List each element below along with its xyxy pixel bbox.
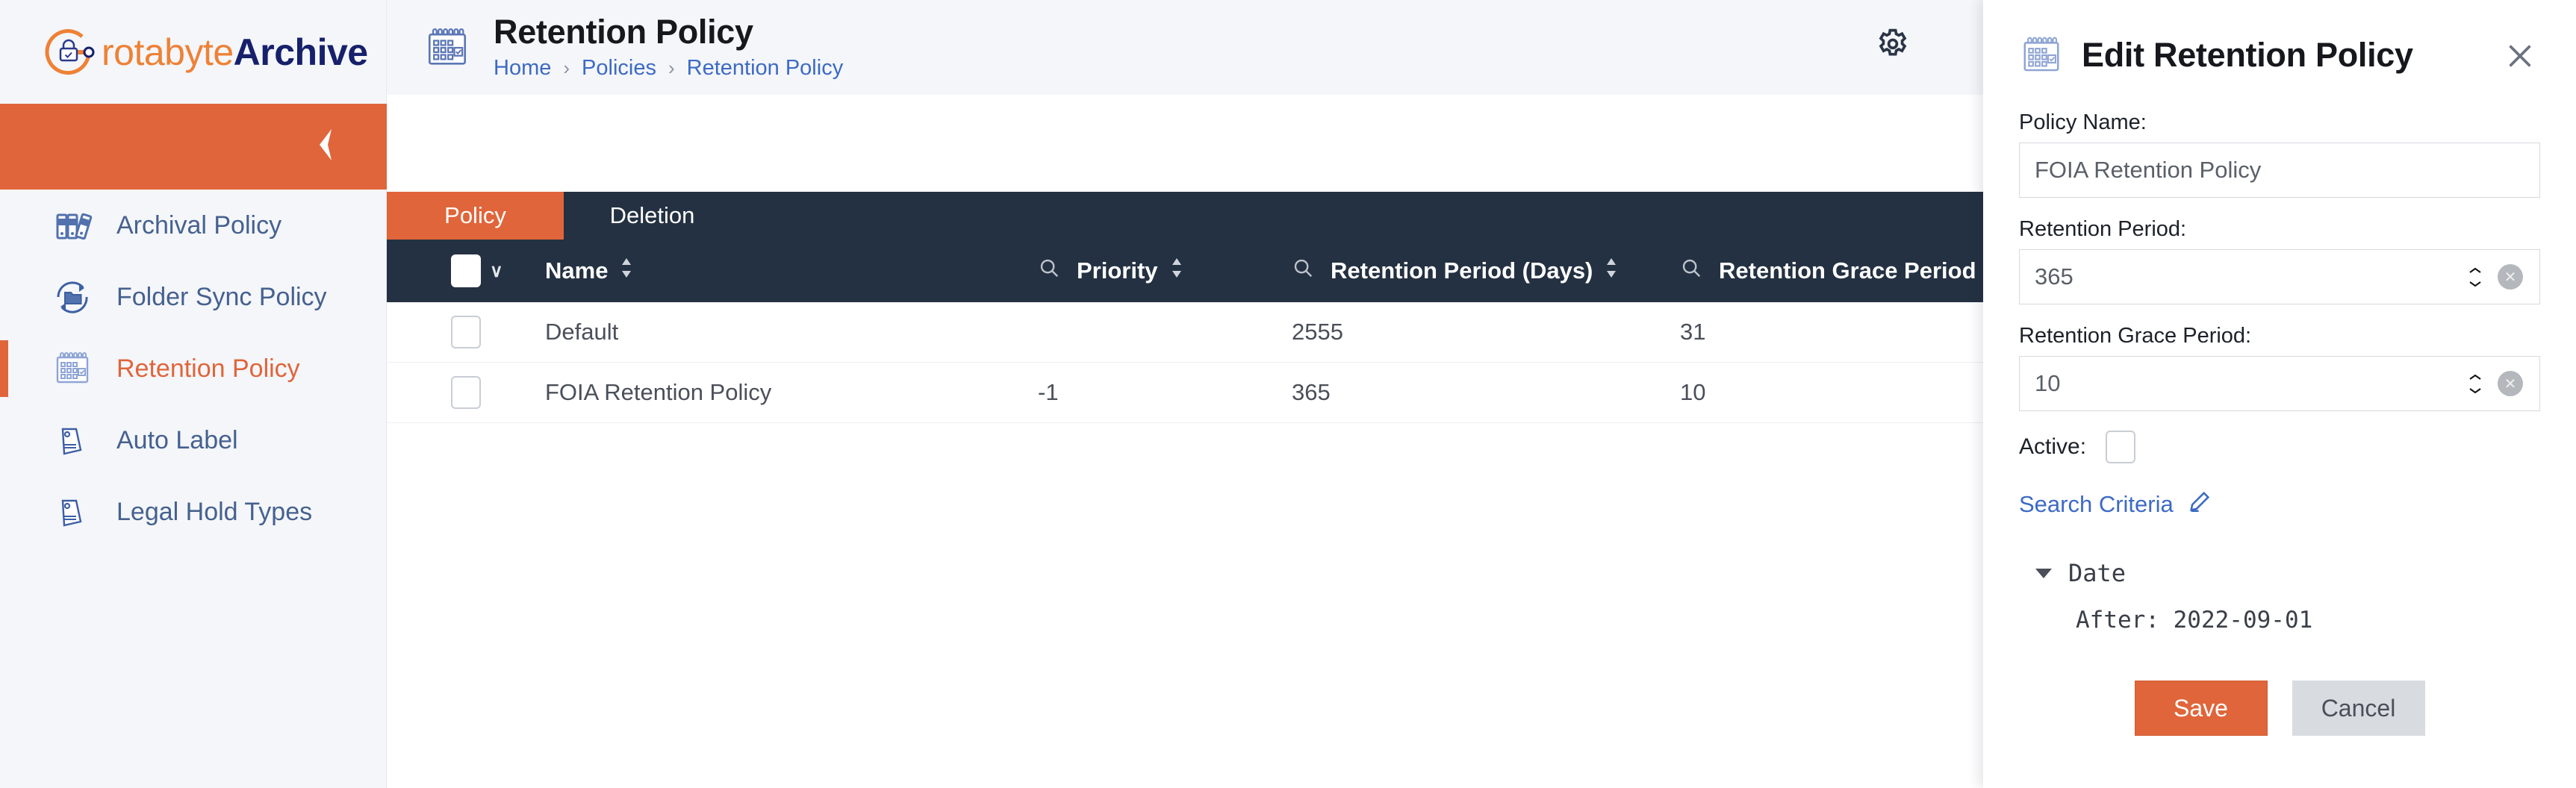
- panel-header: Edit Retention Policy: [2019, 0, 2540, 110]
- table-header-select-all: ∨: [387, 254, 545, 287]
- breadcrumb-item-policies[interactable]: Policies: [582, 56, 656, 81]
- chevron-left-icon: [309, 123, 339, 170]
- pencil-icon[interactable]: [2187, 489, 2212, 520]
- sidebar-item-folder-sync-policy[interactable]: Folder Sync Policy: [0, 261, 387, 333]
- policy-name-field: Policy Name: FOIA Retention Policy: [2019, 110, 2540, 198]
- sidebar: rotabyteArchive: [0, 0, 387, 788]
- active-field: Active:: [2019, 431, 2540, 463]
- cell-name: Default: [545, 319, 1038, 345]
- sort-updown-icon[interactable]: [618, 254, 635, 287]
- select-all-checkbox[interactable]: [451, 254, 481, 287]
- sidebar-item-auto-label[interactable]: Auto Label: [0, 404, 387, 476]
- sort-updown-icon[interactable]: [1169, 254, 1185, 287]
- sidebar-item-label: Archival Policy: [116, 211, 281, 240]
- cell-retention-period: 2555: [1292, 319, 1680, 345]
- search-criteria-link[interactable]: Search Criteria: [2019, 489, 2540, 520]
- tag-icon: [49, 489, 96, 535]
- search-icon[interactable]: [1292, 257, 1314, 285]
- retention-grace-period-label: Retention Grace Period:: [2019, 324, 2540, 348]
- table-header-label: Name: [545, 257, 608, 284]
- breadcrumb-separator: ›: [563, 57, 570, 80]
- save-button[interactable]: Save: [2135, 681, 2268, 736]
- lock-circle-logo-icon: [36, 20, 100, 84]
- retention-grace-period-value: 10: [2035, 370, 2060, 397]
- criteria-group-label: Date: [2068, 559, 2126, 587]
- table-header-label: Retention Period (Days): [1331, 257, 1593, 284]
- clear-x-icon[interactable]: ✕: [2498, 371, 2523, 396]
- brand-name: rotabyteArchive: [102, 34, 368, 71]
- breadcrumb-separator: ›: [668, 57, 675, 80]
- sidebar-nav: Archival Policy Folder Sync Policy: [0, 190, 387, 548]
- retention-grace-period-field: Retention Grace Period: 10 ✕: [2019, 324, 2540, 411]
- panel-action-buttons: Save Cancel: [2019, 681, 2540, 736]
- chevron-down-icon[interactable]: ∨: [490, 260, 503, 282]
- cell-priority: -1: [1038, 379, 1292, 406]
- spinner-updown-icon[interactable]: [2466, 260, 2484, 293]
- cell-name: FOIA Retention Policy: [545, 379, 1038, 406]
- row-checkbox[interactable]: [451, 376, 481, 409]
- table-header-name[interactable]: Name: [545, 254, 1038, 287]
- calendar-check-icon: [423, 24, 471, 72]
- sidebar-item-archival-policy[interactable]: Archival Policy: [0, 190, 387, 261]
- sidebar-item-label: Legal Hold Types: [116, 498, 312, 527]
- calendar-check-icon: [49, 345, 96, 392]
- breadcrumb: Home › Policies › Retention Policy: [494, 56, 843, 81]
- table-header-retention-period[interactable]: Retention Period (Days): [1292, 254, 1680, 287]
- page-title: Retention Policy: [494, 14, 843, 49]
- tag-icon: [49, 417, 96, 463]
- retention-grace-period-input[interactable]: 10 ✕: [2019, 356, 2540, 411]
- cancel-button[interactable]: Cancel: [2292, 681, 2425, 736]
- sidebar-item-legal-hold-types[interactable]: Legal Hold Types: [0, 476, 387, 548]
- breadcrumb-item-home[interactable]: Home: [494, 56, 551, 81]
- retention-period-input[interactable]: 365 ✕: [2019, 249, 2540, 304]
- spinner-updown-icon[interactable]: [2466, 367, 2484, 400]
- edit-retention-policy-panel: Edit Retention Policy Policy Name: FOIA …: [1983, 0, 2576, 788]
- tab-deletion[interactable]: Deletion: [564, 192, 741, 240]
- table-header-priority[interactable]: Priority: [1038, 254, 1292, 287]
- policy-name-value: FOIA Retention Policy: [2035, 157, 2261, 184]
- retention-period-field: Retention Period: 365 ✕: [2019, 217, 2540, 304]
- active-label: Active:: [2019, 434, 2086, 460]
- sort-updown-icon[interactable]: [1603, 254, 1620, 287]
- retention-period-value: 365: [2035, 263, 2073, 290]
- brand-logo-area[interactable]: rotabyteArchive: [0, 0, 387, 104]
- cell-retention-period: 365: [1292, 379, 1680, 406]
- settings-button[interactable]: [1859, 22, 1926, 72]
- sidebar-item-label: Folder Sync Policy: [116, 283, 327, 312]
- policy-name-input[interactable]: FOIA Retention Policy: [2019, 143, 2540, 198]
- tab-policy[interactable]: Policy: [387, 192, 564, 240]
- row-checkbox[interactable]: [451, 316, 481, 348]
- page-header-titles: Retention Policy Home › Policies › Reten…: [494, 14, 843, 80]
- search-icon[interactable]: [1038, 257, 1060, 285]
- row-select-cell: [387, 316, 545, 348]
- table-header-label: Retention Grace Period (Da: [1719, 257, 2020, 284]
- gear-icon: [1873, 26, 1912, 69]
- active-checkbox[interactable]: [2106, 431, 2135, 463]
- sidebar-item-retention-policy[interactable]: Retention Policy: [0, 333, 387, 404]
- row-select-cell: [387, 376, 545, 409]
- sidebar-item-label: Retention Policy: [116, 354, 300, 384]
- criteria-group-date: Date After: 2022‑09‑01: [2035, 559, 2540, 634]
- folder-sync-icon: [49, 274, 96, 320]
- sidebar-item-label: Auto Label: [116, 426, 238, 455]
- policy-name-label: Policy Name:: [2019, 110, 2540, 135]
- binders-icon: [49, 202, 96, 248]
- close-icon[interactable]: [2500, 36, 2540, 76]
- brand-name-part2: Archive: [234, 31, 368, 73]
- clear-x-icon[interactable]: ✕: [2498, 264, 2523, 290]
- caret-down-icon[interactable]: [2035, 569, 2052, 578]
- calendar-check-icon: [2019, 33, 2064, 78]
- sidebar-collapse-button[interactable]: [0, 104, 387, 190]
- criteria-group-header[interactable]: Date: [2035, 559, 2540, 587]
- panel-title: Edit Retention Policy: [2082, 36, 2413, 75]
- breadcrumb-item-retention-policy[interactable]: Retention Policy: [687, 56, 844, 81]
- table-header-label: Priority: [1077, 257, 1158, 284]
- search-icon[interactable]: [1680, 257, 1702, 285]
- retention-period-label: Retention Period:: [2019, 217, 2540, 242]
- criteria-value: After: 2022‑09‑01: [2076, 607, 2540, 634]
- brand-name-part1: rotabyte: [102, 31, 234, 73]
- search-criteria-label: Search Criteria: [2019, 491, 2174, 518]
- app-root: rotabyteArchive: [0, 0, 2576, 788]
